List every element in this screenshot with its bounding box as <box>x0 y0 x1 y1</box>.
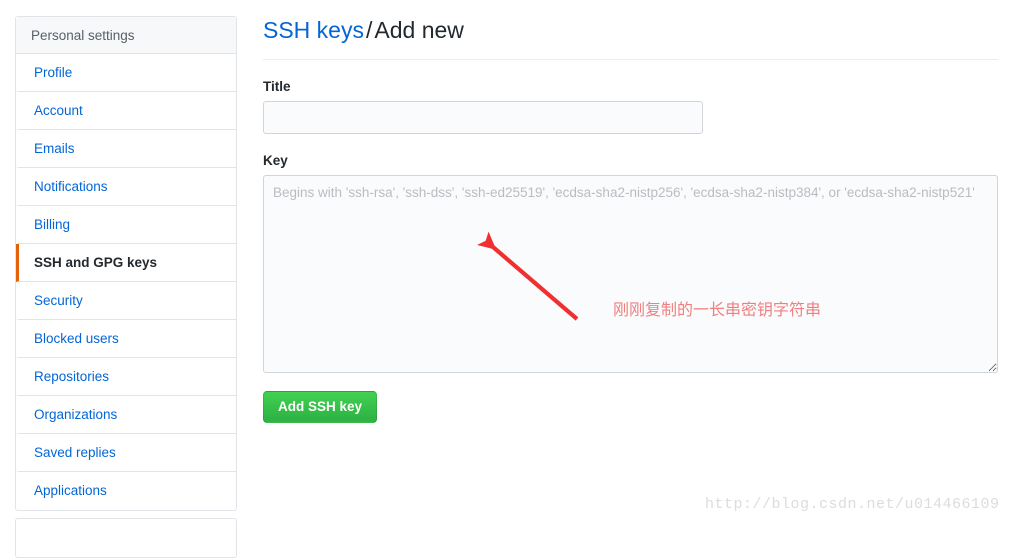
breadcrumb-current: Add new <box>374 17 464 43</box>
breadcrumb-link-ssh-keys[interactable]: SSH keys <box>263 17 364 43</box>
sidebar-item-label: Blocked users <box>34 331 119 346</box>
sidebar-item-label: Security <box>34 293 83 308</box>
sidebar-secondary-panel <box>15 518 237 558</box>
sidebar-item-label: Repositories <box>34 369 110 384</box>
add-ssh-key-button[interactable]: Add SSH key <box>263 390 378 424</box>
settings-sidebar: Personal settings Profile Account Emails… <box>15 16 237 511</box>
sidebar-item-profile[interactable]: Profile <box>16 54 236 92</box>
sidebar-item-account[interactable]: Account <box>16 92 236 130</box>
breadcrumb-separator: / <box>365 17 373 43</box>
sidebar-item-organizations[interactable]: Organizations <box>16 396 236 434</box>
sidebar-item-saved-replies[interactable]: Saved replies <box>16 434 236 472</box>
sidebar-item-security[interactable]: Security <box>16 282 236 320</box>
sidebar-item-label: Notifications <box>34 179 108 194</box>
sidebar-item-label: Emails <box>34 141 75 156</box>
sidebar-item-label: Organizations <box>34 407 118 422</box>
sidebar-item-emails[interactable]: Emails <box>16 130 236 168</box>
sidebar-item-label: Saved replies <box>34 445 116 460</box>
sidebar-item-repositories[interactable]: Repositories <box>16 358 236 396</box>
title-input[interactable] <box>263 100 703 134</box>
sidebar-header: Personal settings <box>16 17 236 54</box>
sidebar-item-label: Applications <box>34 483 107 498</box>
sidebar-item-ssh-and-gpg-keys[interactable]: SSH and GPG keys <box>16 244 236 282</box>
sidebar-item-label: SSH and GPG keys <box>34 255 158 270</box>
sidebar-item-notifications[interactable]: Notifications <box>16 168 236 206</box>
page-title: SSH keys/Add new <box>263 16 998 60</box>
watermark-text: http://blog.csdn.net/u014466109 <box>705 496 1000 513</box>
main-content: SSH keys/Add new Title Key Add SSH key <box>263 16 998 424</box>
sidebar-item-blocked-users[interactable]: Blocked users <box>16 320 236 358</box>
annotation-note-text: 刚刚复制的一长串密钥字符串 <box>613 300 822 319</box>
sidebar-item-applications[interactable]: Applications <box>16 472 236 510</box>
key-textarea[interactable] <box>263 174 998 373</box>
sidebar-item-label: Profile <box>34 65 73 80</box>
title-field-label: Title <box>263 78 291 94</box>
key-field-label: Key <box>263 152 288 168</box>
sidebar-item-billing[interactable]: Billing <box>16 206 236 244</box>
sidebar-item-label: Billing <box>34 217 71 232</box>
sidebar-item-label: Account <box>34 103 83 118</box>
